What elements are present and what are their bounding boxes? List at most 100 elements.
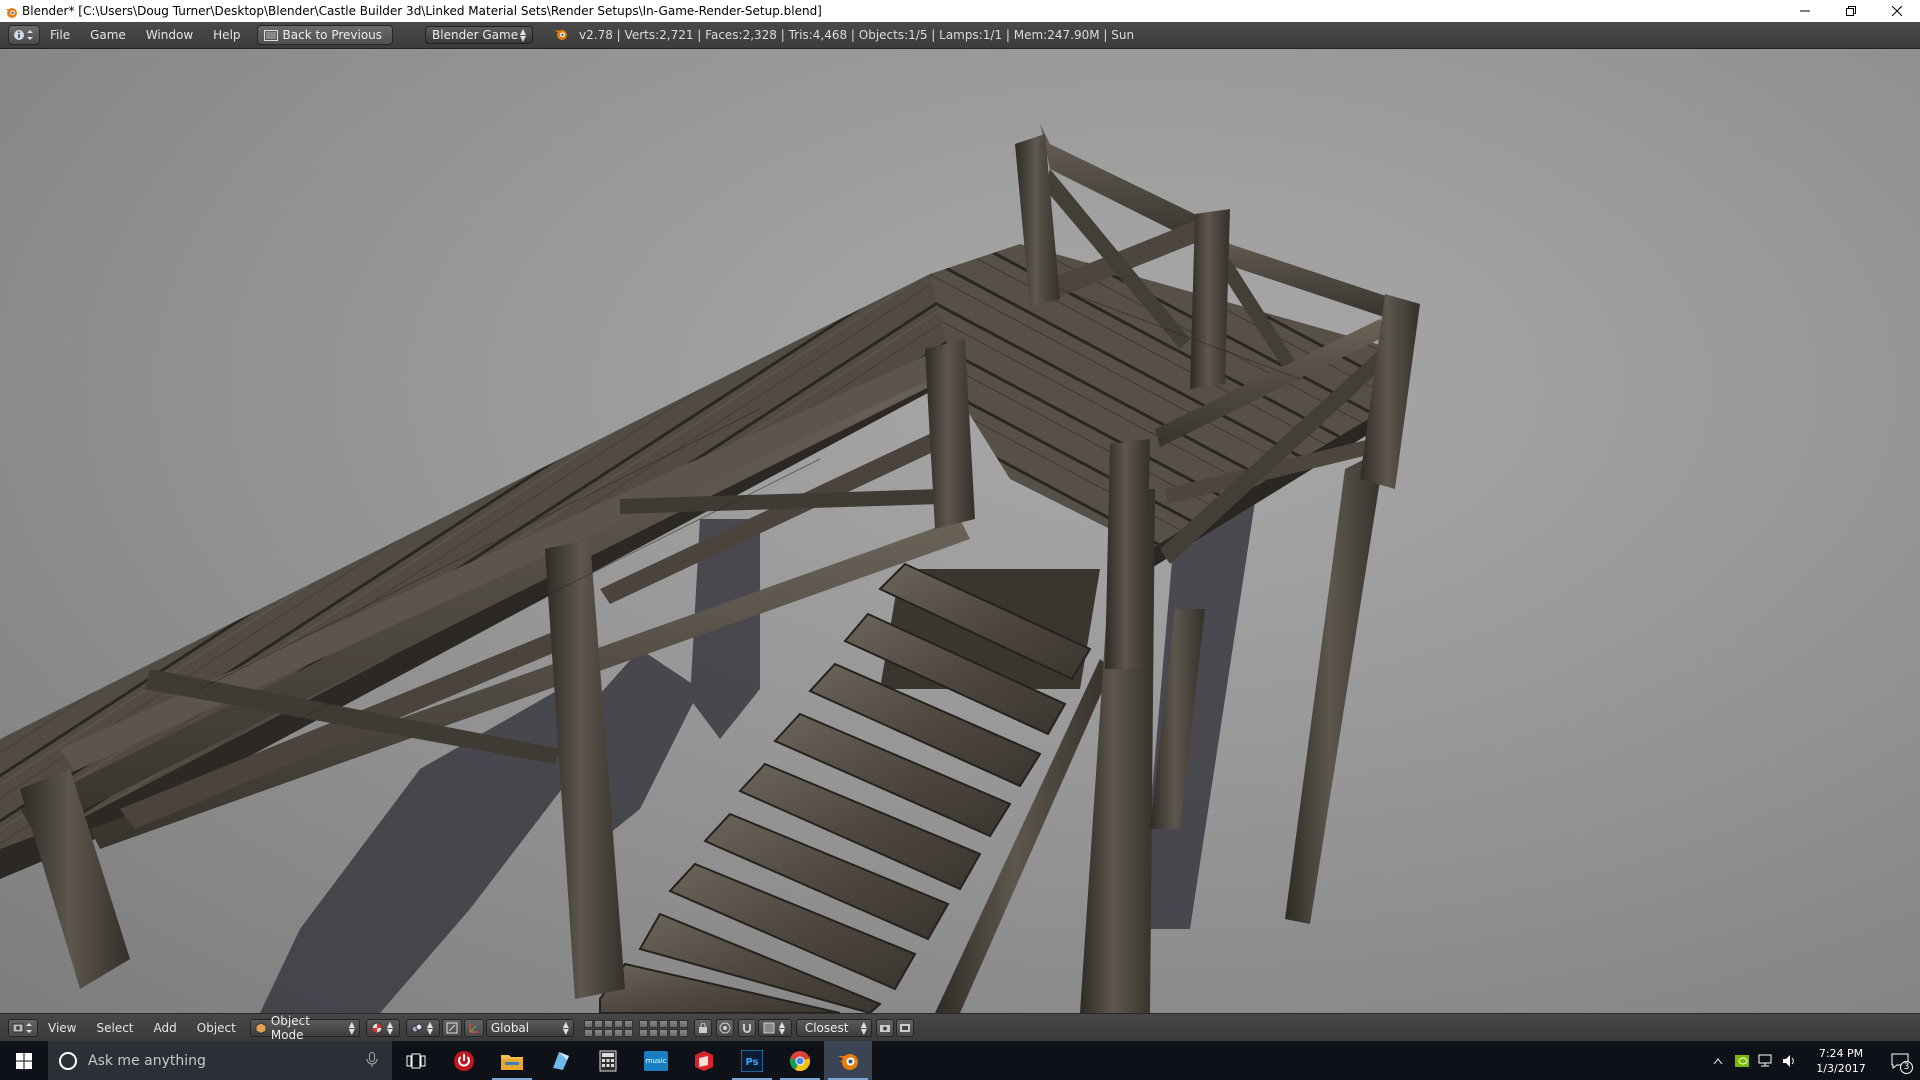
updown-arrows-icon: ▲ ▼ [348,1020,355,1036]
menu-select[interactable]: Select [86,1021,143,1035]
layer-buttons-group-2[interactable] [638,1019,688,1037]
nvidia-icon [1735,1054,1749,1067]
show-hidden-icons-button[interactable] [1706,1041,1730,1080]
render-engine-select[interactable]: Blender Game ▲ ▼ [425,26,534,44]
menu-add[interactable]: Add [144,1021,187,1035]
3d-view-header: View Select Add Object Object Mode ▲ ▼ ▲ ▼… [0,1013,1920,1042]
taskbar-app-red[interactable] [680,1041,728,1080]
notification-count: 3 [1900,1061,1913,1074]
editor-type-button[interactable] [8,25,40,45]
interaction-mode-select[interactable]: Object Mode ▲ ▼ [249,1014,360,1042]
back-to-previous-label: Back to Previous [282,28,383,42]
cortana-search-box[interactable]: Ask me anything [48,1041,392,1080]
taskbar-app-power[interactable] [440,1041,488,1080]
task-view-icon [406,1053,426,1068]
updown-arrows-icon: ▲ ▼ [860,1020,867,1036]
network-icon [1758,1054,1772,1066]
transform-orientation-select[interactable]: Global ▲ ▼ [485,1019,574,1037]
chevron-up-icon [1713,1057,1723,1064]
screen-back-icon [263,29,278,41]
snap-target-select[interactable]: Closest ▲ ▼ [795,1019,872,1037]
menu-game[interactable]: Game [80,28,136,42]
transform-orientation-value: Global [490,1021,530,1035]
close-icon [1892,6,1902,16]
task-view-button[interactable] [392,1041,440,1080]
clock-time: 7:24 PM [1818,1046,1864,1060]
proportional-edit-icon [719,1022,731,1034]
info-header: File Game Window Help Back to Previous B… [0,22,1920,49]
menu-object[interactable]: Object [187,1021,246,1035]
layer-buttons-group-1[interactable] [583,1019,633,1037]
minimize-icon [1800,10,1810,12]
close-button[interactable] [1874,0,1920,22]
speaker-icon [1783,1054,1794,1067]
blender-app-icon [4,4,18,18]
object-mode-icon [255,1022,267,1034]
svg-text:Ps: Ps [745,1057,758,1068]
search-placeholder: Ask me anything [88,1052,206,1069]
transform-axis-icon [469,1024,478,1033]
3d-editor-type-button[interactable] [8,1019,38,1037]
pivot-icon [411,1023,423,1033]
viewport-shading-select[interactable]: ▲ ▼ [365,1019,400,1037]
folder-icon [501,1054,523,1070]
magnet-icon [742,1024,751,1033]
snap-target-value: Closest [804,1021,849,1035]
taskbar-clock[interactable]: 7:24 PM 1/3/2017 [1802,1046,1880,1076]
chrome-icon [789,1050,811,1071]
updown-arrows-icon: ▲ ▼ [778,1020,785,1036]
pivot-point-select[interactable]: ▲ ▼ [405,1019,440,1037]
manipulator-toggle-button[interactable] [441,1019,462,1037]
lock-layers-button[interactable] [693,1019,712,1037]
shading-texture-icon [371,1022,383,1034]
wooden-bridge-render [0,124,1420,1013]
amazon-music-icon: music [644,1050,668,1071]
taskbar-app-chrome[interactable] [776,1041,824,1080]
cortana-icon [59,1051,77,1070]
manipulator-icon [446,1022,458,1034]
taskbar-app-photoshop[interactable]: Ps [728,1041,776,1080]
start-button[interactable] [0,1041,48,1080]
blender-logo-icon [553,27,569,44]
scene-statistics: v2.78 | Verts:2,721 | Faces:2,328 | Tris… [579,28,1135,42]
3d-viewport[interactable] [0,49,1920,1013]
microphone-icon[interactable] [366,1052,378,1068]
menu-view[interactable]: View [38,1021,86,1035]
back-to-previous-button[interactable]: Back to Previous [256,25,394,45]
menu-help[interactable]: Help [203,28,250,42]
window-title-bar: Blender* [C:\Users\Doug Turner\Desktop\B… [0,0,1920,22]
snap-toggle-button[interactable] [737,1019,756,1037]
photoshop-icon: Ps [741,1049,763,1072]
render-engine-value: Blender Game [432,28,519,42]
snap-increment-icon [763,1022,775,1034]
render-opengl-button[interactable] [875,1019,894,1037]
restore-icon [1846,6,1856,16]
snap-element-select[interactable]: ▲ ▼ [757,1019,792,1037]
film-icon [899,1024,910,1032]
tray-volume[interactable] [1778,1041,1802,1080]
updown-arrows-icon: ▲ ▼ [519,27,527,43]
red-app-icon [695,1050,713,1071]
power-app-icon [454,1050,474,1071]
minimize-button[interactable] [1782,0,1828,22]
tray-network[interactable] [1754,1041,1778,1080]
blue-app-icon [553,1051,569,1070]
proportional-edit-button[interactable] [715,1019,734,1037]
render-animation-button[interactable] [895,1019,914,1037]
tray-nvidia[interactable] [1730,1041,1754,1080]
menu-window[interactable]: Window [136,28,203,42]
taskbar-app-blue[interactable] [536,1041,584,1080]
menu-file[interactable]: File [40,28,80,42]
taskbar-app-file-explorer[interactable] [488,1041,536,1080]
action-center-button[interactable]: 3 [1880,1041,1920,1080]
taskbar-app-blender[interactable] [824,1041,872,1080]
blender-taskbar-icon [837,1053,858,1070]
taskbar-app-calculator[interactable] [584,1041,632,1080]
taskbar-app-amazon-music[interactable]: music [632,1041,680,1080]
system-tray: 7:24 PM 1/3/2017 3 [1706,1041,1920,1080]
window-title: Blender* [C:\Users\Doug Turner\Desktop\B… [22,4,822,18]
restore-button[interactable] [1828,0,1874,22]
transform-manipulator-button[interactable] [463,1019,484,1037]
interaction-mode-value: Object Mode [270,1014,310,1042]
updown-arrows-icon: ▲ ▼ [426,1020,433,1036]
